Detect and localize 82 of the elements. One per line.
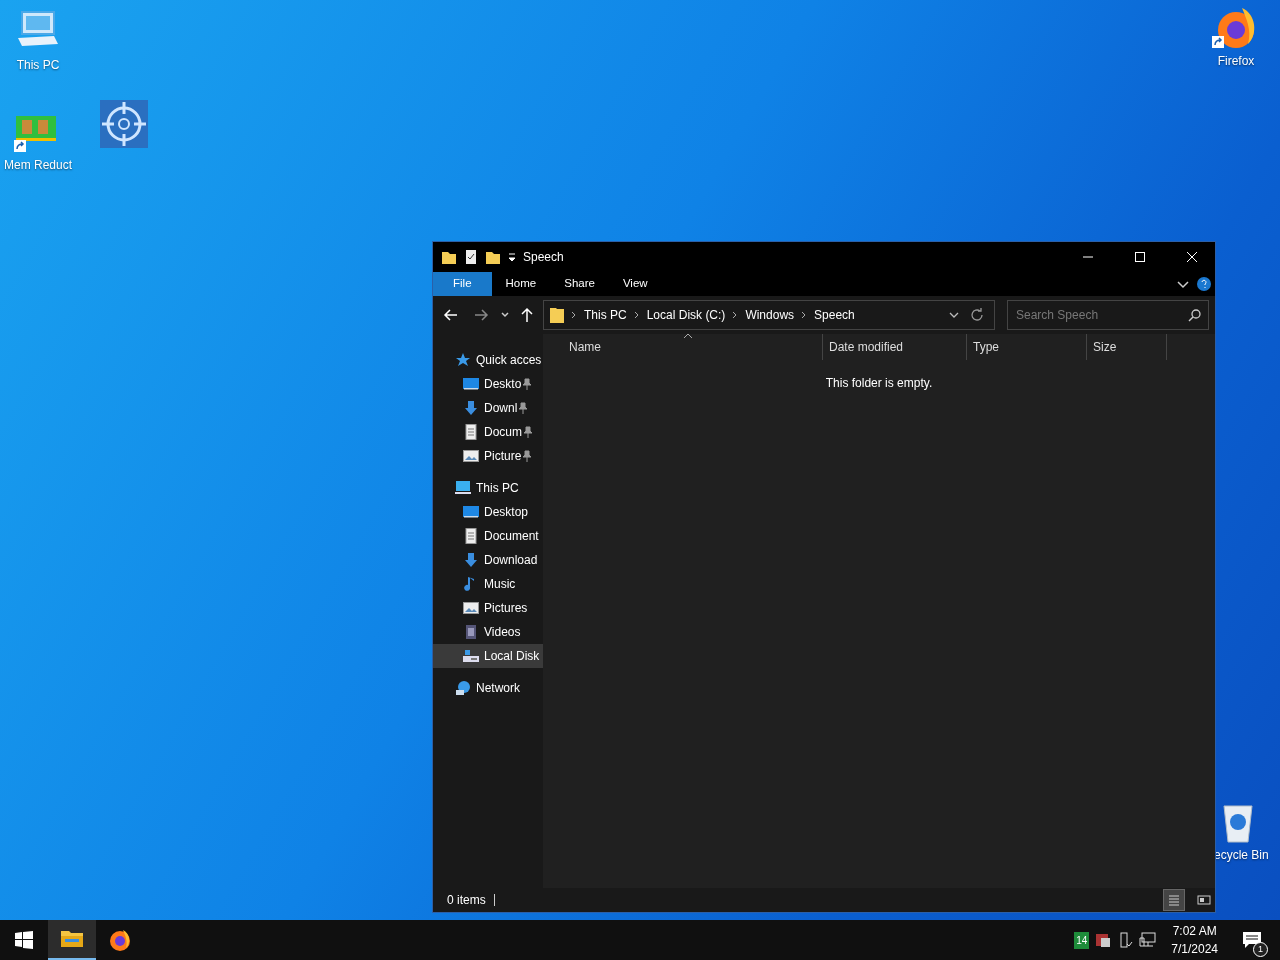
nav-item[interactable]: Pictures [433, 596, 543, 620]
nav-item-label: Quick acces [476, 352, 542, 369]
nav-item-label: Deskto [484, 376, 522, 393]
breadcrumb[interactable]: Windows [745, 306, 795, 324]
nav-item[interactable]: Document [433, 524, 543, 548]
download-arrow-icon [463, 400, 479, 416]
taskbar-app[interactable] [48, 920, 96, 960]
chevron-icon [632, 309, 641, 321]
nav-item[interactable]: Videos [433, 620, 543, 644]
nav-item-label: Local Disk [484, 648, 540, 665]
nav-item[interactable]: Music [433, 572, 543, 596]
document-icon [463, 528, 479, 544]
ribbon-tab[interactable]: Share [550, 272, 609, 296]
item-count: 0 items [447, 892, 486, 909]
nav-item[interactable]: Picture [433, 444, 543, 468]
column-header[interactable]: Type [967, 334, 1087, 360]
search-box[interactable]: Search Speech [1007, 300, 1209, 330]
nav-item[interactable]: Docum [433, 420, 543, 444]
breadcrumb[interactable]: Speech [814, 306, 855, 324]
search-field[interactable]: Search Speech [1014, 305, 1188, 325]
breadcrumb[interactable]: This PC [584, 306, 627, 324]
network-icon [455, 680, 471, 696]
search-icon [1188, 308, 1202, 322]
nav-item-label: Music [484, 576, 516, 593]
nav-item[interactable]: Network [433, 676, 543, 700]
star-icon [455, 352, 471, 368]
nav-item[interactable]: Download [433, 548, 543, 572]
desktop-icon [463, 376, 479, 392]
properties-icon[interactable] [463, 249, 479, 265]
new-folder-icon[interactable] [485, 249, 501, 265]
clock[interactable]: 7:02 AM 7/1/2024 [1171, 922, 1218, 958]
column-header[interactable]: Name [563, 334, 823, 360]
address-bar[interactable]: This PC Local Disk (C:) Windows Speech [543, 300, 995, 330]
crosshair-icon[interactable] [100, 100, 148, 148]
tray-badge[interactable]: 14 [1074, 931, 1090, 949]
browser-logo-icon [108, 928, 132, 952]
thumbnail-view-icon [1196, 892, 1212, 908]
clock-time: 7:02 AM [1171, 923, 1218, 940]
column-header[interactable]: Size [1087, 334, 1167, 360]
computer-icon [455, 480, 471, 496]
nav-item-label: Videos [484, 624, 521, 641]
nav-item[interactable]: Deskto [433, 372, 543, 396]
nav-item-label: Pictures [484, 600, 528, 617]
usb-drive-icon[interactable] [1117, 932, 1134, 948]
column-header[interactable]: Date modified [823, 334, 967, 360]
desktop-icon-label[interactable]: Firefox [1217, 52, 1255, 70]
film-icon [463, 624, 479, 640]
folder-icon [441, 249, 457, 265]
picture-icon [463, 448, 479, 464]
notifications-button[interactable]: 1 [1232, 920, 1272, 960]
ribbon-tab[interactable]: Home [491, 272, 551, 296]
document-icon [463, 424, 479, 440]
folder-icon [550, 307, 564, 323]
nav-item[interactable]: Quick acces [433, 348, 543, 372]
download-arrow-icon [463, 552, 479, 568]
nav-item-label: Downl [484, 400, 518, 417]
desktop-icon [463, 504, 479, 520]
tray-app-icon[interactable] [1095, 932, 1112, 948]
picture-icon [463, 600, 479, 616]
file-menu-button[interactable]: File [433, 272, 492, 296]
nav-item-label: Document [484, 528, 539, 545]
nav-item-label: Desktop [484, 504, 529, 521]
nav-item-label: Docum [484, 424, 522, 441]
drive-icon [463, 648, 479, 664]
windows-logo-icon [15, 931, 33, 949]
nav-item-label: Download [484, 552, 538, 569]
nav-item-label: This PC [476, 480, 519, 497]
notification-count: 1 [1253, 942, 1268, 957]
nav-item[interactable]: This PC [433, 476, 543, 500]
clock-date: 7/1/2024 [1171, 941, 1218, 958]
nav-item-label: Picture [484, 448, 522, 465]
chevron-icon [570, 309, 578, 321]
details-view-icon [1166, 892, 1182, 908]
nav-item-label: Network [476, 680, 520, 697]
network-icon[interactable] [1139, 932, 1158, 948]
empty-folder-message: This folder is empty. [824, 375, 934, 392]
breadcrumb[interactable]: Local Disk (C:) [646, 306, 726, 324]
ribbon-tab[interactable]: View [608, 272, 662, 296]
nav-item[interactable]: Local Disk [433, 644, 543, 668]
window-title: Speech [523, 249, 564, 266]
nav-item[interactable]: Desktop [433, 500, 543, 524]
nav-item[interactable]: Downl [433, 396, 543, 420]
